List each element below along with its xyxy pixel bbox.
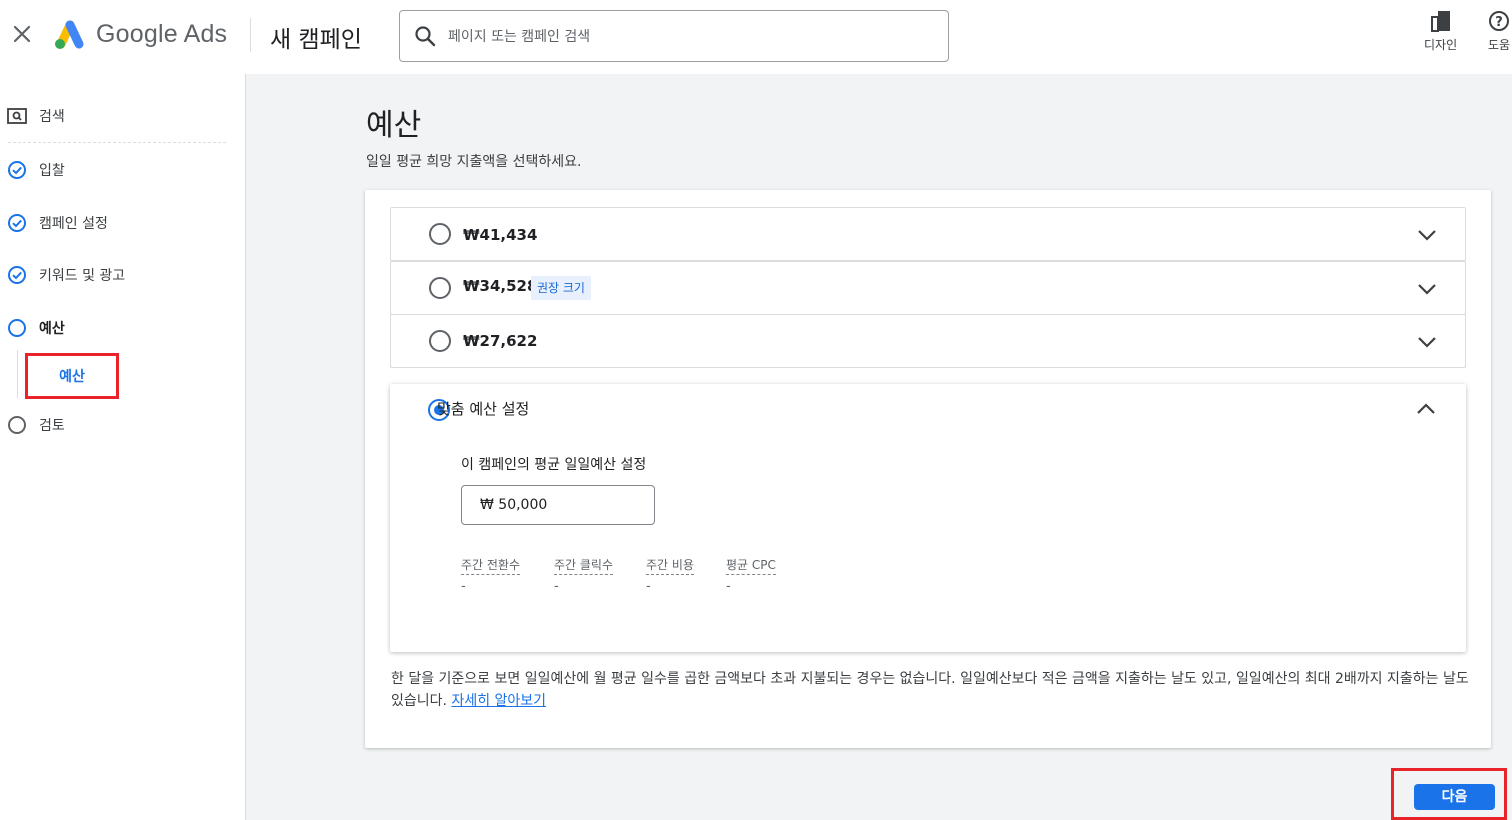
radio-button[interactable]: [429, 330, 451, 352]
sidebar-item-label: 검색: [39, 109, 65, 125]
sidebar-item-label: 예산: [39, 321, 65, 337]
help-icon: ?: [1489, 11, 1509, 31]
search-placeholder: 페이지 또는 캠페인 검색: [448, 29, 591, 45]
budget-option-3[interactable]: ₩27,622: [390, 314, 1466, 368]
svg-text:?: ?: [1495, 15, 1503, 30]
check-circle-icon: [7, 265, 27, 285]
campaign-title: 새 캠페인: [270, 27, 362, 53]
empty-circle-icon: [7, 318, 27, 338]
sub-step-line: [17, 350, 18, 398]
help-label: 도움: [1487, 38, 1511, 52]
recommended-badge: 권장 크기: [531, 276, 591, 300]
budget-amount-input[interactable]: ₩ 50,000: [461, 485, 655, 525]
chevron-down-icon[interactable]: [1415, 277, 1439, 301]
design-button[interactable]: 디자인: [1424, 8, 1457, 53]
metric-value: -: [461, 579, 466, 594]
budget-amount: ₩41,434: [463, 226, 538, 244]
metric-label[interactable]: 주간 클릭수: [554, 556, 614, 575]
check-circle-icon: [7, 160, 27, 180]
app-name: Google Ads: [96, 19, 228, 48]
search-input[interactable]: 페이지 또는 캠페인 검색: [399, 10, 949, 62]
metric-label[interactable]: 주간 전환수: [461, 556, 521, 575]
sidebar-subitem-budget[interactable]: 예산: [25, 353, 119, 399]
sidebar-item-budget[interactable]: 예산: [0, 313, 240, 343]
sidebar-item-search[interactable]: 검색: [0, 101, 240, 131]
chevron-down-icon[interactable]: [1415, 223, 1439, 247]
metric-weekly-cost: 주간 비용 -: [646, 556, 694, 594]
sidebar-item-keywords-ads[interactable]: 키워드 및 광고: [0, 260, 240, 290]
page-subtitle: 일일 평균 희망 지출액을 선택하세요.: [366, 154, 582, 170]
metric-value: -: [726, 579, 731, 594]
design-icon: [1430, 11, 1450, 32]
learn-more-link[interactable]: 자세히 알아보기: [451, 693, 546, 709]
budget-option-2[interactable]: ₩34,528 권장 크기: [390, 261, 1466, 315]
sidebar-item-label: 캠페인 설정: [39, 216, 108, 232]
metric-avg-cpc: 평균 CPC -: [726, 556, 776, 594]
chevron-up-icon[interactable]: [1414, 397, 1438, 421]
next-button[interactable]: 다음: [1414, 784, 1495, 810]
custom-budget-label[interactable]: 맞춤 예산 설정: [437, 398, 529, 419]
budget-info-text: 한 달을 기준으로 보면 일일예산에 월 평균 일수를 곱한 금액보다 초과 지…: [391, 668, 1471, 712]
search-campaign-icon: [7, 106, 27, 126]
budget-option-1[interactable]: ₩41,434: [390, 207, 1466, 261]
metric-value: -: [646, 579, 651, 594]
metric-weekly-conversions: 주간 전환수 -: [461, 556, 521, 594]
sidebar-item-label: 입찰: [39, 163, 65, 179]
budget-card: ₩41,434 ₩34,528 권장 크기 ₩27,622 맞춤 예산 설정 이…: [365, 190, 1491, 748]
campaign-steps-sidebar: 검색 입찰 캠페인 설정 키워드 및 광고 예산 예산 검토: [0, 74, 246, 820]
close-icon[interactable]: [8, 20, 36, 48]
budget-amount: ₩34,528: [463, 277, 538, 295]
radio-button[interactable]: [429, 277, 451, 299]
header-divider: [250, 18, 251, 52]
sidebar-divider: [8, 142, 226, 143]
empty-circle-icon: [7, 415, 27, 435]
design-label: 디자인: [1424, 38, 1458, 52]
budget-field-label: 이 캠페인의 평균 일일예산 설정: [461, 457, 647, 473]
google-ads-logo-icon: [55, 20, 84, 49]
help-button[interactable]: ? 도움: [1487, 8, 1511, 53]
metric-weekly-clicks: 주간 클릭수 -: [554, 556, 614, 594]
budget-amount: ₩27,622: [463, 332, 538, 350]
metric-label[interactable]: 평균 CPC: [726, 556, 776, 575]
search-icon: [415, 26, 436, 47]
metric-label[interactable]: 주간 비용: [646, 556, 694, 575]
sidebar-item-label: 검토: [39, 418, 65, 434]
google-ads-logo[interactable]: Google Ads: [52, 18, 227, 50]
top-app-bar: Google Ads 새 캠페인 페이지 또는 캠페인 검색 디자인 ? 도움: [0, 0, 1512, 74]
sidebar-item-bidding[interactable]: 입찰: [0, 155, 240, 185]
sidebar-item-label: 키워드 및 광고: [39, 268, 126, 284]
check-circle-icon: [7, 213, 27, 233]
page-title: 예산: [366, 108, 422, 143]
sidebar-subitem-label: 예산: [59, 369, 85, 385]
radio-button[interactable]: [429, 223, 451, 245]
sidebar-item-campaign-settings[interactable]: 캠페인 설정: [0, 208, 240, 238]
sidebar-item-review[interactable]: 검토: [0, 410, 240, 440]
chevron-down-icon[interactable]: [1415, 330, 1439, 354]
budget-info-body: 한 달을 기준으로 보면 일일예산에 월 평균 일수를 곱한 금액보다 초과 지…: [391, 671, 1469, 709]
metric-value: -: [554, 579, 559, 594]
